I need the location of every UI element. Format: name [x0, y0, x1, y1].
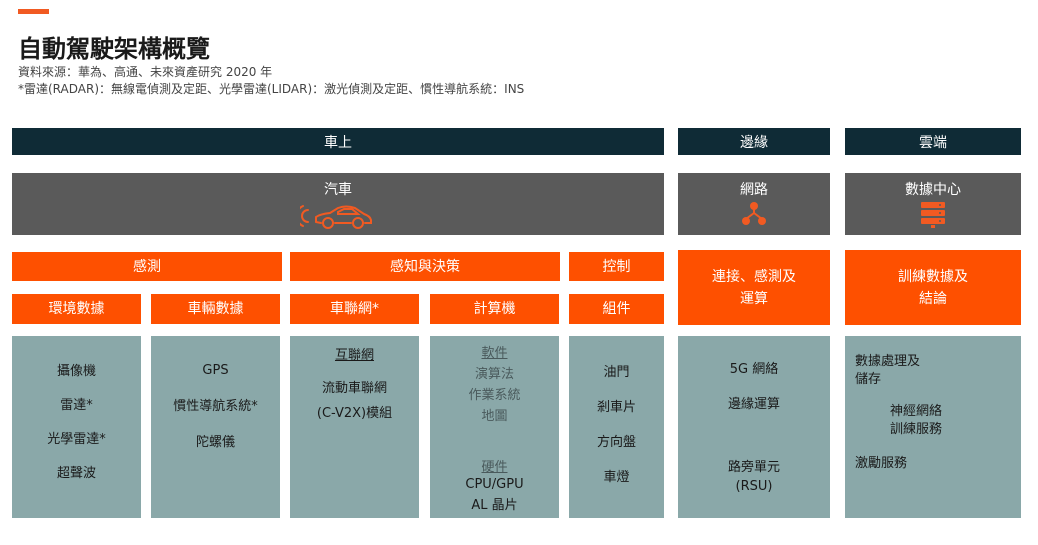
- footnote: *雷達(RADAR)：無線電偵測及定距、光學雷達(LIDAR)：激光偵測及定距、…: [18, 82, 525, 96]
- detail-item: 雷達*: [60, 398, 93, 413]
- category-sensing: 感測: [12, 252, 282, 281]
- detail-item: 剎車片: [596, 400, 636, 415]
- accent-bar: [18, 9, 49, 14]
- platform-datacenter-label: 數據中心: [905, 182, 961, 198]
- detail-heading: 軟件: [481, 346, 508, 361]
- detail-item: 光學雷達*: [47, 432, 106, 447]
- detail-item: 演算法: [474, 367, 514, 382]
- detail-edge: 5G 網絡 邊緣運算 路旁單元 (RSU): [678, 336, 830, 518]
- platform-car-label: 汽車: [324, 182, 352, 198]
- platform-network-label: 網路: [740, 182, 768, 198]
- detail-item: 作業系統: [468, 388, 521, 403]
- network-icon: [739, 200, 769, 230]
- detail-item: 攝像機: [56, 364, 96, 379]
- column-header-cloud: 雲端: [845, 128, 1021, 155]
- detail-env: 攝像機 雷達* 光學雷達* 超聲波: [12, 336, 141, 518]
- car-icon: [295, 200, 376, 236]
- category-control: 控制: [569, 252, 664, 281]
- platform-network: 網路: [678, 173, 830, 235]
- detail-parts: 油門 剎車片 方向盤 車燈: [569, 336, 664, 518]
- detail-item: 5G 網絡: [729, 362, 779, 377]
- detail-item: 神經網絡: [890, 404, 943, 419]
- detail-v2x: 互聯網 流動車聯網 (C-V2X)模組: [290, 336, 419, 518]
- detail-compute: 軟件 演算法 作業系統 地圖 硬件 CPU/GPU AL 晶片: [430, 336, 559, 518]
- detail-item: CPU/GPU: [465, 477, 524, 492]
- detail-heading: 硬件: [481, 460, 508, 475]
- detail-item: GPS: [202, 363, 229, 378]
- detail-item: (C-V2X)模組: [316, 406, 393, 421]
- detail-item: 流動車聯網: [321, 381, 387, 396]
- detail-item: 地圖: [481, 409, 508, 424]
- subcategory-env: 環境數據: [12, 294, 141, 324]
- detail-item: 儲存: [855, 372, 882, 387]
- detail-item: 激勵服務: [855, 456, 908, 471]
- platform-datacenter: 數據中心: [845, 173, 1021, 235]
- detail-item: 車燈: [603, 470, 630, 485]
- detail-item: 慣性導航系統*: [173, 399, 258, 414]
- server-icon: [918, 200, 948, 234]
- subcategory-parts: 組件: [569, 294, 664, 324]
- detail-item: (RSU): [735, 479, 773, 494]
- subcategory-vehicle: 車輛數據: [151, 294, 280, 324]
- detail-item: 超聲波: [56, 466, 96, 481]
- platform-car: 汽車: [12, 173, 664, 235]
- column-header-onboard: 車上: [12, 128, 664, 155]
- detail-item: 油門: [603, 365, 630, 380]
- subcategory-compute: 計算機: [430, 294, 559, 324]
- detail-item: 方向盤: [596, 435, 636, 450]
- detail-heading: 互聯網: [334, 348, 374, 363]
- category-edge: 連接、感測及 運算: [678, 250, 830, 325]
- category-cloud: 訓練數據及 結論: [845, 250, 1021, 325]
- page-title: 自動駕駛架構概覽: [18, 35, 210, 63]
- detail-item: 訓練服務: [890, 422, 943, 437]
- column-header-edge: 邊緣: [678, 128, 830, 155]
- category-perception: 感知與決策: [290, 252, 560, 281]
- detail-item: 數據處理及: [855, 354, 921, 369]
- detail-item: AL 晶片: [471, 498, 518, 513]
- subcategory-v2x: 車聯網*: [290, 294, 419, 324]
- detail-vehicle: GPS 慣性導航系統* 陀螺儀: [151, 336, 280, 518]
- source-note: 資料來源：華為、高通、未來資產研究 2020 年: [18, 65, 273, 79]
- detail-item: 陀螺儀: [195, 435, 235, 450]
- detail-cloud: 數據處理及 儲存 神經網絡 訓練服務 激勵服務: [845, 336, 1021, 518]
- detail-item: 路旁單元: [727, 460, 780, 475]
- detail-item: 邊緣運算: [727, 397, 780, 412]
